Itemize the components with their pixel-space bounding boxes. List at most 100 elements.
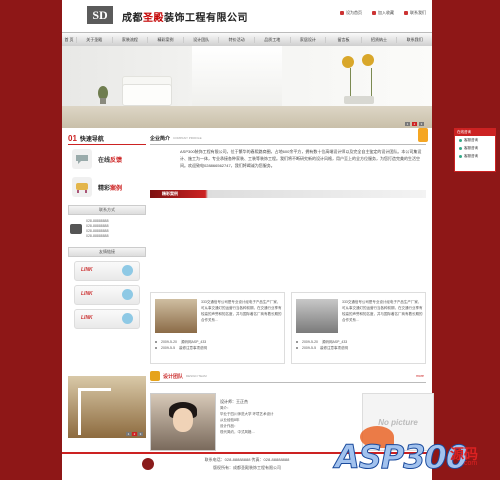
banner-page-1[interactable]: 1 (405, 122, 410, 126)
banner-window (192, 46, 282, 106)
links-title: 友情链接 (68, 247, 146, 257)
service-item[interactable]: 客服咨询 (455, 136, 495, 144)
nav-process[interactable]: 家装流程 (111, 36, 148, 43)
float-service-icon[interactable] (418, 128, 428, 142)
nav-contact[interactable]: 联系我们 (396, 36, 432, 43)
contact-us-link[interactable]: 联系我们 (404, 10, 426, 16)
set-homepage-link[interactable]: 设为首页 (340, 10, 362, 16)
phone-number: 028-88888888 (86, 234, 109, 238)
page: SD 成都圣殿装饰工程有限公司 设为首页 加入收藏 联系我们 首 页 关于圣殿 … (62, 0, 434, 480)
chair-icon (72, 177, 92, 197)
list-item[interactable]: 2009-5-5 装修注意事项说明 (155, 345, 283, 351)
case-text: 333交通信号公司是专业设计经电子产品生产厂家，可从事交通灯的运营行当各种前期，… (342, 300, 423, 322)
globe-icon (122, 313, 133, 324)
case-image[interactable] (296, 299, 338, 333)
feedback-link[interactable]: 在线反馈 (68, 145, 146, 173)
nav-cases[interactable]: 精彩案例 (147, 36, 183, 43)
banner-flower-stems (350, 68, 372, 98)
photo-page-3[interactable]: 3 (138, 432, 143, 436)
mail-icon (404, 11, 408, 15)
contact-title: 联系方式 (68, 205, 146, 215)
home-icon (340, 11, 344, 15)
intro-text: ASP300装饰工程有限公司，位于繁华的春熙路商圈，占地600余平方，拥有数十位… (180, 149, 422, 168)
case-card: 333交通信号公司是专业设计经电子产品生产厂家，可从事交通灯的运营行当各种前期，… (291, 292, 426, 364)
quick-nav-number: 01 (68, 133, 77, 143)
staircase-image (78, 388, 111, 435)
designer-detail: 设计师：王正杰 简介： 毕业于四川师范大学 环境艺术设计 从业经验8年 设计作品… (220, 399, 274, 434)
photo-page-2[interactable]: 2 (132, 432, 137, 436)
service-item[interactable]: 客服咨询 (455, 144, 495, 152)
globe-icon (122, 289, 133, 300)
banner-flower-pot (344, 96, 374, 104)
quick-nav-label: 快速导航 (79, 136, 104, 143)
cases-label: 精彩案例 (98, 185, 123, 192)
online-dot-icon (459, 154, 462, 158)
nav-home[interactable]: 首 页 (62, 37, 76, 43)
palette-icon (150, 371, 160, 381)
sidebar: 01 快速导航 在线反馈 精彩案例 联系方式 028-88888888 028-… (68, 132, 146, 333)
online-dot-icon (459, 138, 462, 142)
chat-icon (72, 149, 92, 169)
case-image[interactable] (155, 299, 197, 333)
banner-floor (62, 106, 432, 128)
star-icon (372, 11, 376, 15)
company-name-pre: 成都 (122, 13, 143, 24)
add-favorite-label: 加入收藏 (378, 10, 394, 15)
nav-sites[interactable]: 品质工地 (253, 36, 290, 43)
hero-banner[interactable]: 1 2 3 (62, 46, 432, 128)
company-name-post: 装饰工程有限公司 (164, 13, 248, 24)
set-homepage-label: 设为首页 (346, 10, 362, 15)
team-title: 设计团队 (163, 373, 184, 380)
watermark: ASP300 源码 .com (330, 420, 500, 480)
banner-page-2[interactable]: 2 (412, 122, 417, 126)
friend-link-1[interactable]: LINK (74, 261, 140, 281)
cases-link[interactable]: 精彩案例 (68, 173, 146, 201)
team-subtitle: DESIGN TEAM (186, 374, 207, 378)
phone-list: 028-88888888 028-88888888 028-88888888 0… (86, 219, 109, 239)
contact-us-label: 联系我们 (410, 10, 426, 15)
company-name-highlight: 圣殿 (143, 13, 164, 24)
team-more-link[interactable]: more (416, 374, 424, 378)
nav-team[interactable]: 设计团队 (182, 36, 219, 43)
case-card: 333交通信号公司是专业设计经电子产品生产厂家，可从事交通灯的运营行当各种前期，… (150, 292, 285, 364)
nav-guestbook[interactable]: 留言板 (325, 36, 361, 43)
friend-link-2[interactable]: LINK (74, 285, 140, 305)
online-service-panel: 在线咨询 客服咨询 客服咨询 客服咨询 (454, 128, 496, 172)
case-list: 2009-5-20 源码网ASP_433 2009-5-5 装修注意事项说明 (155, 339, 283, 351)
main-nav: 首 页 关于圣殿 家装流程 精彩案例 设计团队 特价活动 品质工地 家居设计 留… (62, 32, 432, 47)
add-favorite-link[interactable]: 加入收藏 (372, 10, 394, 16)
logo[interactable]: SD (87, 6, 113, 24)
photo-page-1[interactable]: 1 (126, 432, 131, 436)
nav-about[interactable]: 关于圣殿 (76, 36, 112, 43)
cases-header: 精彩案例 (150, 190, 426, 198)
case-cards: 333交通信号公司是专业设计经电子产品生产厂家，可从事交通灯的运营行当各种前期，… (150, 292, 426, 364)
online-service-title: 在线咨询 (455, 129, 495, 136)
friend-link-3[interactable]: LINK (74, 309, 140, 329)
banner-pager: 1 2 3 (405, 122, 424, 126)
nav-promo[interactable]: 特价活动 (218, 36, 254, 43)
banner-page-3[interactable]: 3 (419, 122, 424, 126)
designer-photo[interactable] (150, 393, 216, 451)
service-item[interactable]: 客服咨询 (455, 152, 495, 160)
designer-card: 设计师：王正杰 简介： 毕业于四川师范大学 环境艺术设计 从业经验8年 设计作品… (150, 389, 284, 455)
sidebar-photo-slider[interactable]: 1 2 3 (68, 376, 146, 438)
top-links: 设为首页 加入收藏 联系我们 (340, 10, 426, 16)
case-text: 333交通信号公司是专业设计经电子产品生产厂家，可从事交通灯的运营行当各种前期，… (201, 300, 282, 322)
watermark-domain: .com (462, 460, 478, 467)
nav-design[interactable]: 家居设计 (289, 36, 326, 43)
banner-flower (342, 56, 354, 68)
photo-pager: 1 2 3 (126, 432, 143, 436)
quick-nav-title: 01 快速导航 (68, 132, 146, 145)
nav-jobs[interactable]: 招贤纳士 (360, 36, 397, 43)
list-item[interactable]: 2009-5-5 装修注意事项说明 (296, 345, 424, 351)
banner-flower (362, 54, 374, 66)
banner-pot (100, 98, 106, 104)
case-list: 2009-5-20 源码网ASP_433 2009-5-5 装修注意事项说明 (296, 339, 424, 351)
intro-header: 企业简介 COMPANY PROFILE (150, 132, 426, 145)
cases-showcase (150, 198, 426, 290)
phone-icon (70, 224, 82, 234)
team-header: 设计团队 DESIGN TEAM more (150, 370, 426, 383)
intro-title: 企业简介 (150, 135, 171, 142)
header: SD 成都圣殿装饰工程有限公司 设为首页 加入收藏 联系我们 (62, 0, 432, 30)
contact-info: 028-88888888 028-88888888 028-88888888 0… (68, 215, 146, 243)
